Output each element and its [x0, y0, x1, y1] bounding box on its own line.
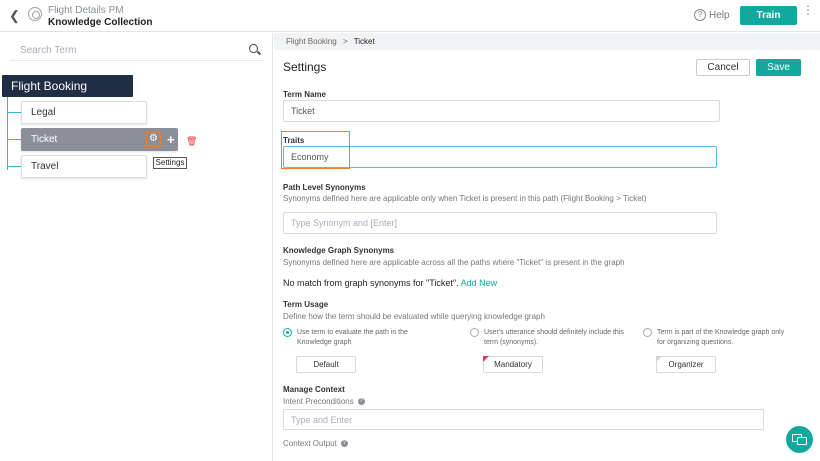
- kg-synonyms-label: Knowledge Graph Synonyms: [283, 246, 395, 255]
- organizer-button[interactable]: Organizer: [656, 356, 716, 373]
- cancel-button[interactable]: Cancel: [696, 59, 750, 76]
- breadcrumb-separator: >: [342, 37, 348, 46]
- app-logo-icon: [28, 7, 42, 21]
- chat-button[interactable]: [786, 426, 813, 453]
- settings-panel: Flight Booking > Ticket Settings Cancel …: [274, 33, 820, 461]
- top-header: ❮ Flight Details PM Knowledge Collection…: [0, 0, 820, 32]
- tree-node-travel[interactable]: Travel: [21, 155, 147, 178]
- usage-option-text: Use term to evaluate the path in the Kno…: [297, 329, 408, 346]
- help-link[interactable]: ? Help: [694, 9, 730, 21]
- context-output-label: Context Output?: [283, 439, 348, 448]
- radio-mandatory[interactable]: [470, 328, 479, 337]
- add-new-link[interactable]: Add New: [461, 278, 498, 288]
- tree-connector: [7, 112, 21, 113]
- default-button-label: Default: [313, 360, 339, 369]
- organizer-corner-marker: [656, 356, 662, 362]
- settings-title: Settings: [283, 60, 327, 74]
- mandatory-button-label: Mandatory: [494, 360, 532, 369]
- trash-icon[interactable]: 🗑: [186, 137, 197, 146]
- term-tree-panel: Flight Booking Legal Ticket ⚙ + 🗑 Travel: [0, 33, 273, 461]
- term-name-input[interactable]: [283, 100, 720, 122]
- breadcrumb-parent[interactable]: Flight Booking: [286, 37, 337, 46]
- usage-option-text: Term is part of the Knowledge graph only…: [657, 329, 785, 346]
- page-title: Knowledge Collection: [48, 17, 153, 28]
- path-synonyms-description: Synonyms defined here are applicable onl…: [283, 194, 647, 203]
- traits-input[interactable]: [283, 146, 717, 168]
- path-synonyms-label: Path Level Synonyms: [283, 183, 366, 192]
- bot-title: Flight Details PM: [48, 5, 124, 16]
- term-usage-label: Term Usage: [283, 300, 329, 309]
- breadcrumb-current: Ticket: [353, 37, 375, 46]
- path-synonym-input[interactable]: [283, 212, 717, 234]
- breadcrumb: Flight Booking > Ticket: [274, 33, 820, 50]
- mandatory-button[interactable]: Mandatory: [483, 356, 543, 373]
- term-usage-description: Define how the term should be evaluated …: [283, 312, 545, 321]
- question-icon[interactable]: ?: [340, 440, 348, 448]
- chat-icon-secondary: [797, 437, 807, 445]
- traits-label: Traits: [283, 136, 305, 145]
- usage-option-text: User's utterance should definitely inclu…: [484, 329, 624, 346]
- tree-connector: [7, 139, 21, 140]
- search-input[interactable]: [20, 43, 230, 57]
- radio-organizer[interactable]: [643, 328, 652, 337]
- tree-node-label: Legal: [31, 107, 56, 118]
- settings-tooltip: Settings: [153, 157, 187, 169]
- tree-node-label: Travel: [31, 161, 59, 172]
- tree-root-node[interactable]: Flight Booking: [2, 75, 133, 97]
- tree-connector: [7, 97, 8, 170]
- search-box: [10, 37, 265, 61]
- train-button[interactable]: Train: [740, 6, 797, 25]
- back-arrow-icon[interactable]: ❮: [9, 9, 23, 23]
- default-button[interactable]: Default: [296, 356, 356, 373]
- save-button[interactable]: Save: [756, 59, 801, 76]
- question-icon[interactable]: ?: [357, 398, 365, 406]
- no-match-text: No match from graph synonyms for "Ticket…: [283, 278, 459, 288]
- tree-node-legal[interactable]: Legal: [21, 101, 147, 124]
- context-output-text: Context Output: [283, 439, 337, 448]
- intent-preconditions-label: Intent Preconditions?: [283, 397, 365, 406]
- no-match-message: No match from graph synonyms for "Ticket…: [283, 278, 497, 288]
- plus-icon[interactable]: +: [167, 129, 175, 150]
- help-label: Help: [709, 9, 730, 21]
- mandatory-corner-marker: [483, 356, 489, 362]
- organizer-button-label: Organizer: [668, 360, 704, 369]
- gear-icon[interactable]: ⚙: [146, 132, 161, 147]
- kg-synonyms-description: Synonyms defined here are applicable acr…: [283, 258, 625, 267]
- tree-node-ticket[interactable]: Ticket ⚙ +: [21, 128, 178, 151]
- term-name-label: Term Name: [283, 90, 326, 99]
- manage-context-label: Manage Context: [283, 385, 345, 394]
- radio-default[interactable]: [283, 328, 292, 337]
- search-icon[interactable]: [249, 44, 258, 53]
- intent-preconditions-text: Intent Preconditions: [283, 397, 354, 406]
- question-icon: ?: [694, 9, 706, 21]
- tree-connector: [7, 166, 21, 167]
- tree-node-label: Ticket: [31, 134, 58, 145]
- intent-preconditions-input[interactable]: [283, 409, 764, 430]
- more-options-icon[interactable]: ⋮: [802, 4, 814, 22]
